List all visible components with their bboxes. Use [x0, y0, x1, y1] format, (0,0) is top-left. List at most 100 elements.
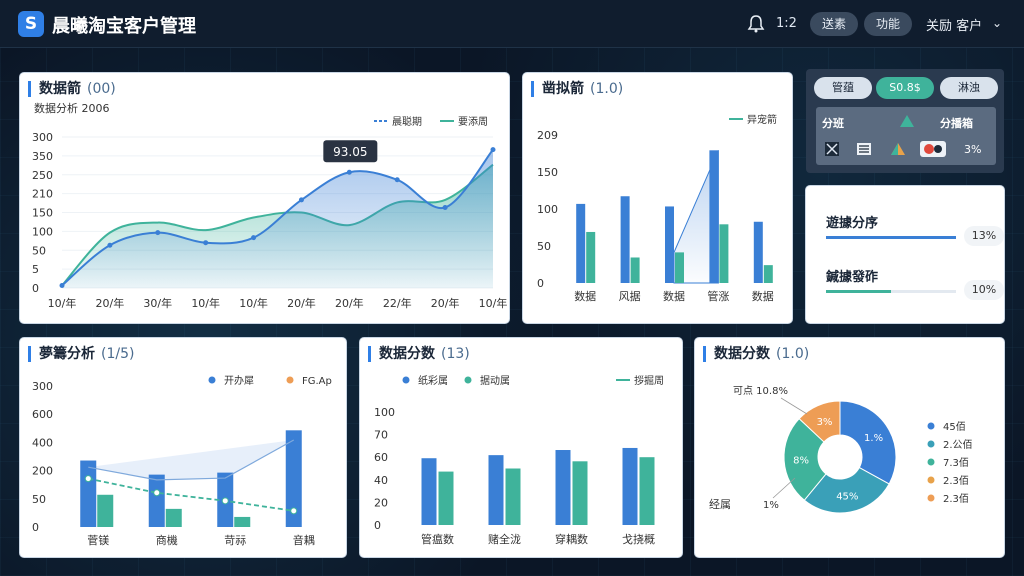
callout-label: 经属: [709, 498, 731, 511]
legend-label: 2.3佰: [943, 492, 969, 505]
bar: [555, 450, 571, 525]
bar: [709, 150, 719, 283]
pie-toggle-icon[interactable]: [920, 141, 946, 157]
slice-label: 8%: [793, 455, 809, 466]
top-bar: S 晨曦淘宝客户管理 1:2 送素 功能 关励 客户 ⌄: [0, 0, 1024, 48]
legend-label: 晨聪期: [392, 115, 422, 128]
bar: [576, 203, 586, 283]
y-tick-label: 0: [32, 282, 39, 295]
legend-label: 异宠箭: [747, 113, 777, 126]
y-tick-label: 0: [32, 521, 39, 534]
control-pct: 3%: [964, 143, 982, 156]
legend-label: 纸彩属: [418, 374, 448, 387]
x-tick-label: 音耦: [293, 533, 315, 547]
trend-chart: 300350250210150100505010/年 20/年 30/年 10/年 10…: [32, 115, 508, 310]
series-line: [88, 439, 295, 481]
chevron-down-icon[interactable]: ⌄: [992, 16, 1002, 30]
legend-swatch: [402, 376, 410, 384]
progress-item: 遊據分序 13%: [826, 212, 1004, 246]
bar: [675, 252, 684, 283]
grid-icon[interactable]: [824, 141, 840, 157]
bar: [165, 508, 182, 527]
progress-fill: [826, 290, 891, 293]
legend-swatch: [927, 476, 935, 484]
progress-card: 遊據分序 13% 鍼據發砟 10%: [806, 186, 1004, 323]
y-tick-label: 40: [374, 474, 388, 487]
y-tick-label: 250: [32, 169, 53, 182]
analysis-chart: 300 600 400 200 50 0 菅镁 商機 苛祘 音耦 开办犀 FG.Ap: [32, 374, 332, 547]
legend-swatch: [286, 376, 294, 384]
bar: [719, 224, 729, 283]
progress-item: 鍼據發砟 10%: [826, 266, 1004, 300]
data-point: [442, 204, 448, 210]
progress-value: 10%: [964, 280, 1004, 300]
control-label-right: 分播箱: [940, 117, 973, 130]
slice-label: 3%: [817, 417, 833, 428]
panel-distribution: 数据分数 (1.0) 1.% 45% 8% 3% 可点 10.8% 经属 1% 45佰 2.公佰 7…: [695, 338, 1004, 557]
slice-label: 1.%: [864, 433, 883, 444]
legend-label: 据动属: [480, 374, 510, 387]
x-tick-label: 菅镁: [87, 533, 109, 547]
bar: [148, 474, 165, 527]
progress-track: [826, 236, 956, 239]
data-point: [155, 230, 161, 236]
function-button[interactable]: 功能: [864, 12, 913, 36]
donut-chart: 1.% 45% 8% 3% 可点 10.8% 经属 1% 45佰 2.公佰 7.3佰 2.3佰 2.3…: [709, 385, 973, 514]
y-tick-label: 210: [32, 188, 53, 201]
data-point: [84, 475, 92, 483]
slice-label: 45%: [836, 491, 858, 502]
y-tick-label: 300: [32, 131, 53, 144]
x-tick-label: 苛祘: [224, 533, 246, 547]
x-tick-label: 10/年: [48, 296, 77, 310]
legend-label: 开办犀: [224, 374, 254, 387]
data-point: [251, 235, 257, 241]
y-tick-label: 100: [537, 203, 558, 216]
progress-fill: [826, 236, 956, 239]
x-tick-label: 管涨: [707, 289, 729, 303]
x-tick-label: 数据: [574, 289, 596, 303]
search-button[interactable]: 送素: [810, 12, 859, 36]
legend-label: 7.3佰: [943, 456, 969, 469]
data-point: [153, 489, 161, 497]
y-tick-label: 209: [537, 129, 558, 142]
y-tick-label: 600: [32, 408, 53, 421]
x-tick-label: 20/年: [96, 296, 125, 310]
bar: [572, 461, 588, 525]
x-tick-label: 10/年: [191, 296, 220, 310]
legend-label: 要添周: [458, 115, 488, 128]
x-tick-label: 22/年: [383, 296, 412, 310]
legend-swatch: [927, 494, 935, 502]
data-point: [59, 282, 65, 288]
y-tick-label: 0: [537, 277, 544, 290]
x-tick-label: 穿耦数: [555, 532, 588, 546]
data-point: [394, 177, 400, 183]
list-icon[interactable]: [856, 141, 872, 157]
x-tick-label: 30/年: [143, 296, 172, 310]
seg-option-2[interactable]: S0.8$: [876, 77, 934, 99]
legend-swatch: [208, 376, 216, 384]
callout-label: 可点 10.8%: [733, 385, 788, 397]
y-tick-label: 20: [374, 496, 388, 509]
x-tick-label: 10/年: [479, 296, 508, 310]
triangle-up-icon[interactable]: [900, 115, 914, 127]
data-point: [203, 240, 209, 246]
y-tick-label: 50: [537, 240, 551, 253]
bar: [97, 494, 114, 527]
panel-bars: 凿拟箭 (1.0) 209 150 100 50 0 数据 风据 数据 管涨 数据 异宠箭: [523, 73, 792, 323]
y-tick-label: 150: [537, 166, 558, 179]
legend-label: 拶掘周: [634, 374, 664, 387]
seg-option-3[interactable]: 淋浊: [940, 77, 998, 99]
y-tick-label: 70: [374, 429, 388, 442]
x-tick-label: 10/年: [239, 296, 268, 310]
legend-label: 2.3佰: [943, 474, 969, 487]
seg-option-1[interactable]: 管蕴: [814, 77, 872, 99]
x-tick-label: 管瘟数: [421, 532, 454, 546]
legend-label: 2.公佰: [943, 438, 973, 451]
bell-icon[interactable]: [746, 14, 766, 34]
progress-track: [826, 290, 956, 293]
y-tick-label: 50: [32, 244, 46, 257]
x-tick-label: 商機: [156, 533, 178, 547]
user-menu[interactable]: 关励 客户: [926, 15, 982, 34]
pyramid-icon[interactable]: [890, 141, 906, 157]
y-tick-label: 5: [32, 263, 39, 276]
